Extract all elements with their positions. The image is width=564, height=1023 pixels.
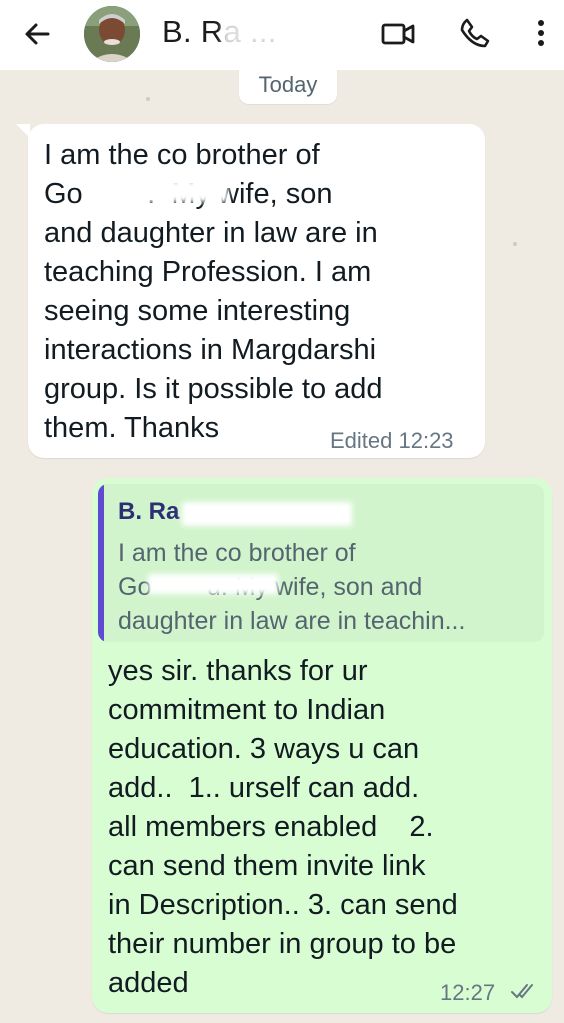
redaction-smudge — [182, 502, 352, 526]
back-arrow-icon[interactable] — [22, 18, 54, 50]
outgoing-message-bubble[interactable]: B. Ra I am the co brother of Go u. My wi… — [92, 478, 552, 1013]
redaction-smudge — [148, 574, 278, 594]
redaction-smudge — [88, 180, 228, 202]
video-call-icon[interactable] — [380, 16, 416, 57]
more-vert-icon[interactable] — [532, 16, 550, 55]
bubble-tail — [16, 124, 30, 138]
date-divider: Today — [239, 62, 337, 104]
quote-author: B. Ra — [118, 498, 180, 525]
chat-header: B. Ra ... — [0, 0, 564, 70]
read-double-tick-icon — [510, 981, 538, 1006]
incoming-message-bubble[interactable]: I am the co brother of Go . My wife, son… — [16, 124, 485, 458]
voice-call-icon[interactable] — [458, 16, 492, 55]
message-timestamp: Edited 12:23 — [330, 428, 454, 453]
background-speck — [513, 242, 517, 246]
redaction-smudge — [222, 22, 332, 46]
quoted-reply[interactable]: B. Ra I am the co brother of Go u. My wi… — [98, 484, 544, 642]
message-timestamp: 12:27 — [440, 980, 496, 1005]
background-speck — [146, 97, 150, 101]
contact-avatar[interactable] — [84, 6, 140, 62]
quote-accent-bar — [98, 484, 104, 642]
message-text: yes sir. thanks for ur commitment to Ind… — [108, 655, 458, 999]
